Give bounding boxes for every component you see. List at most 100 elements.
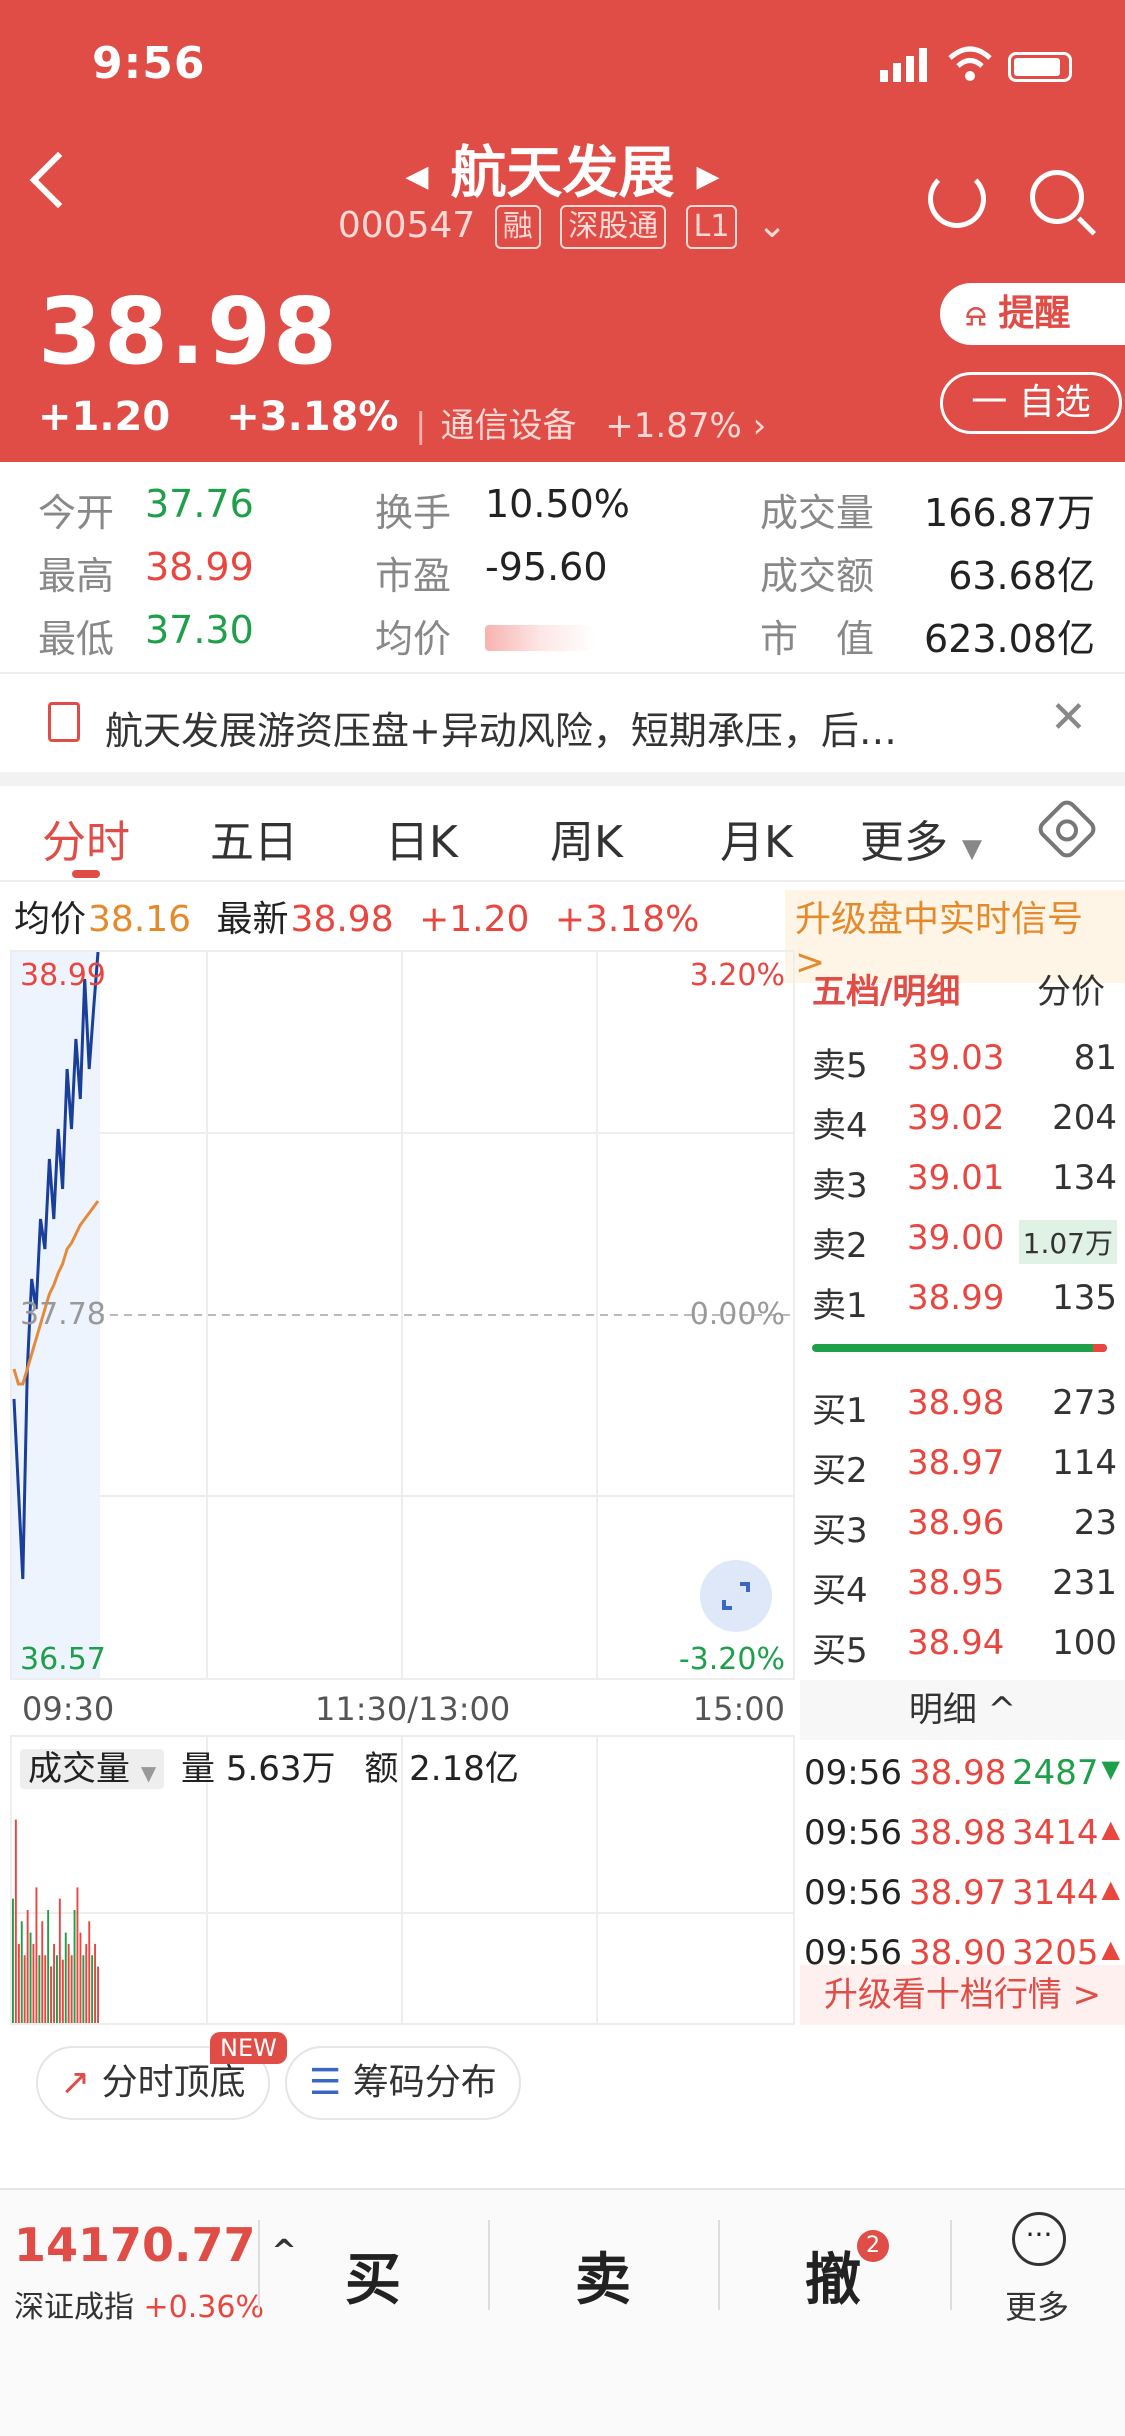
- mcap-label: 市 值: [760, 617, 875, 661]
- current-price: 38.98: [38, 278, 340, 385]
- volume-amt-value: 2.18亿: [409, 1749, 519, 1789]
- bid-volume: 114: [1052, 1443, 1117, 1483]
- time-label-close: 15:00: [692, 1690, 785, 1728]
- ask-price: 38.99: [907, 1278, 1005, 1318]
- caret-down-icon: ▼: [962, 834, 982, 864]
- chip-distribution-button[interactable]: ☰ 筹码分布: [285, 2046, 521, 2120]
- tab-weekly-k[interactable]: 周K: [550, 806, 623, 870]
- remind-button[interactable]: ⍾ 提醒: [940, 283, 1125, 345]
- chips-icon: ☰: [309, 2062, 342, 2103]
- ask-row-2: 卖2 39.00 1.07万: [812, 1210, 1117, 1270]
- tab-more-label: 更多: [860, 817, 948, 868]
- tick-row: 09:56 38.97 3144 ▲: [804, 1865, 1122, 1925]
- fullscreen-icon[interactable]: [700, 1560, 772, 1632]
- arrow-up-icon: ▲: [1101, 1935, 1120, 1963]
- ask-label: 卖3: [812, 1166, 868, 1206]
- chevron-down-icon[interactable]: ⌄: [757, 205, 787, 246]
- high-label: 最高: [38, 554, 115, 598]
- index-name: 深证成指: [14, 2290, 134, 2325]
- volume-bar: [91, 1955, 94, 2023]
- volume-bar: [76, 1887, 79, 2023]
- more-label[interactable]: 更多: [1005, 2282, 1069, 2328]
- bid-volume: 100: [1052, 1623, 1117, 1663]
- tab-monthly-k[interactable]: 月K: [720, 806, 793, 870]
- active-tab-indicator: [72, 870, 100, 878]
- order-book: 五档/明细 分价 卖5 39.03 81 卖4 39.02 204 卖3 39.01 134…: [800, 950, 1125, 2025]
- ask-volume: 134: [1052, 1158, 1117, 1198]
- arrow-up-icon: ▲: [1101, 1875, 1120, 1903]
- prev-stock-icon[interactable]: ◀: [405, 159, 428, 194]
- volume-bar: [32, 1943, 35, 2023]
- tag-level: L1: [685, 205, 738, 249]
- news-notice[interactable]: 航天发展游资压盘+异动风险，短期承压，后… ✕: [0, 672, 1125, 772]
- sector-change: +1.87%: [605, 406, 742, 446]
- index-change: +0.36%: [143, 2290, 264, 2325]
- bid-row-2: 买2 38.97 114: [812, 1435, 1117, 1495]
- watchlist-button[interactable]: 一 自选: [940, 372, 1122, 434]
- volume-bar: [50, 1966, 52, 2023]
- detail-header[interactable]: 明细 ^: [800, 1680, 1125, 1740]
- volume-chart[interactable]: 成交量 ▼ 量 5.63万 额 2.18亿: [10, 1735, 795, 2025]
- sell-button[interactable]: 卖: [575, 2235, 631, 2316]
- price-change-row: +1.20 +3.18%: [38, 394, 399, 440]
- volume-label: 成交量: [760, 491, 875, 535]
- sector-link[interactable]: | 通信设备 +1.87% ›: [415, 398, 766, 447]
- order-book-tab[interactable]: 五档/明细: [812, 964, 960, 1013]
- volume-bar: [67, 1943, 70, 2023]
- volume-bar: [97, 1966, 99, 2023]
- volume-bar: [64, 1932, 67, 2023]
- bid-row-5: 买5 38.94 100: [812, 1615, 1117, 1675]
- cancel-count-badge: 2: [857, 2230, 889, 2262]
- intraday-chart-svg: [12, 951, 793, 1678]
- pct-low-label: -3.20%: [678, 1642, 785, 1677]
- y-high-label: 38.99: [20, 958, 106, 993]
- stock-header: 9:56 ◀ 航天发展 ▶ 000547 融 深股通 L1 ⌄ 38.98 +1.2…: [0, 0, 1125, 462]
- volume-qty-label: 量: [181, 1749, 216, 1789]
- ask-volume-highlight: 1.07万: [1018, 1220, 1117, 1264]
- tab-five-day[interactable]: 五日: [210, 806, 298, 870]
- turnover-value: 10.50%: [485, 482, 630, 526]
- pe-label: 市盈: [375, 554, 452, 598]
- volume-bar: [38, 1955, 41, 2023]
- ask-row-5: 卖5 39.03 81: [812, 1030, 1117, 1090]
- close-icon[interactable]: ✕: [1050, 692, 1087, 743]
- volume-bar: [20, 1921, 23, 2023]
- notice-text[interactable]: 航天发展游资压盘+异动风险，短期承压，后…: [105, 700, 897, 755]
- price-distribution-tab[interactable]: 分价: [1037, 964, 1105, 1013]
- separator: [258, 2220, 260, 2310]
- ask-volume: 81: [1073, 1038, 1117, 1078]
- settings-icon[interactable]: [1034, 796, 1100, 862]
- cancel-order-button[interactable]: 撤: [805, 2235, 861, 2316]
- bid-volume: 23: [1073, 1503, 1117, 1543]
- volume-bar: [12, 1898, 14, 2023]
- search-icon[interactable]: [1030, 170, 1084, 224]
- open-label: 今开: [38, 491, 115, 535]
- volume-indicator-select[interactable]: 成交量 ▼: [20, 1749, 165, 1789]
- upgrade-level10-link[interactable]: 升级看十档行情 >: [800, 1965, 1125, 2025]
- tab-daily-k[interactable]: 日K: [385, 806, 458, 870]
- refresh-icon[interactable]: [928, 170, 986, 228]
- volume-bar: [56, 1955, 58, 2023]
- tab-more[interactable]: 更多 ▼: [860, 806, 982, 870]
- separator: [950, 2220, 952, 2310]
- ask-row-4: 卖4 39.02 204: [812, 1090, 1117, 1150]
- bid-volume: 231: [1052, 1563, 1117, 1603]
- volume-value: 166.87万: [924, 491, 1095, 535]
- pct-mid-label: 0.00%: [689, 1297, 785, 1332]
- bid-label: 买4: [812, 1571, 868, 1611]
- index-ticker[interactable]: 14170.77 ^: [14, 2218, 297, 2272]
- stats-panel: 今开 37.76 最高 38.99 最低 37.30 换手 10.50% 市盈 …: [0, 462, 1125, 672]
- trend-icon: ↗: [60, 2062, 91, 2103]
- next-stock-icon[interactable]: ▶: [697, 159, 720, 194]
- volume-bar: [26, 1910, 29, 2023]
- latest-value: 38.98: [290, 899, 394, 940]
- quote-line: 均价38.16 最新38.98 +1.20 +3.18%: [14, 890, 713, 942]
- time-label-open: 09:30: [22, 1690, 115, 1728]
- avg-loading-placeholder: [485, 625, 595, 651]
- tick-volume: 2487: [1012, 1753, 1099, 1793]
- more-icon[interactable]: ···: [1012, 2212, 1066, 2266]
- intraday-chart[interactable]: 38.99 37.78 36.57 3.20% 0.00% -3.20%: [10, 950, 795, 1680]
- tab-intraday[interactable]: 分时: [42, 806, 130, 870]
- chevron-right-icon: ›: [752, 406, 767, 446]
- buy-button[interactable]: 买: [345, 2235, 401, 2316]
